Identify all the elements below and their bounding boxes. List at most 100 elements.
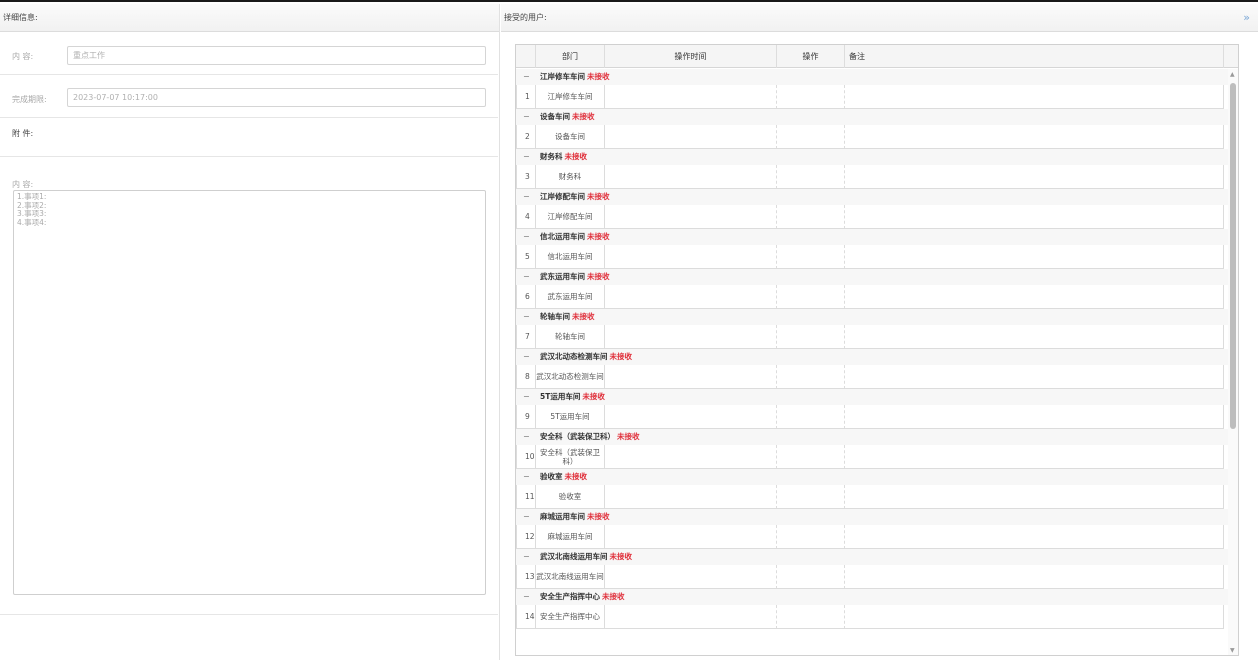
table-row[interactable]: 14 安全生产指挥中心: [516, 605, 1228, 629]
table-row[interactable]: 1 江岸修车车间: [516, 85, 1228, 109]
collapse-icon[interactable]: −: [523, 469, 530, 485]
group-row[interactable]: − 武东运用车间 未接收: [516, 269, 1228, 285]
group-row[interactable]: − 安全科（武装保卫科） 未接收: [516, 429, 1228, 445]
group-dept-name: 江岸修车车间: [540, 72, 585, 81]
status-badge: 未接收: [582, 392, 605, 401]
group-dept-name: 武汉北南线运用车间: [540, 552, 608, 561]
table-row[interactable]: 10 安全科（武装保卫科）: [516, 445, 1228, 469]
remark-cell: [845, 485, 1224, 509]
collapse-icon[interactable]: −: [523, 69, 530, 85]
collapse-icon[interactable]: −: [523, 509, 530, 525]
scroll-up-icon[interactable]: ▲: [1230, 71, 1235, 78]
content-field-input[interactable]: 重点工作: [67, 46, 486, 65]
table-row[interactable]: 7 轮轴车间: [516, 325, 1228, 349]
remark-cell: [845, 165, 1224, 189]
dept-cell: 安全生产指挥中心: [536, 605, 605, 629]
group-row[interactable]: − 武汉北动态检测车间 未接收: [516, 349, 1228, 365]
op-cell: [777, 165, 845, 189]
group-dept-name: 5T运用车间: [540, 392, 581, 401]
dept-cell: 验收室: [536, 485, 605, 509]
op-time-cell: [605, 405, 777, 429]
detail-panel-header: 详细信息:: [0, 4, 499, 32]
group-dept-name: 安全生产指挥中心: [540, 592, 600, 601]
group-row[interactable]: − 江岸修车车间 未接收: [516, 69, 1228, 85]
group-row[interactable]: − 轮轴车间 未接收: [516, 309, 1228, 325]
table-row[interactable]: 13 武汉北南线运用车间: [516, 565, 1228, 589]
table-row[interactable]: 11 验收室: [516, 485, 1228, 509]
group-row[interactable]: − 5T运用车间 未接收: [516, 389, 1228, 405]
collapse-icon[interactable]: −: [523, 389, 530, 405]
remark-cell: [845, 285, 1224, 309]
scroll-down-icon[interactable]: ▼: [1230, 647, 1235, 654]
op-time-cell: [605, 85, 777, 109]
content-textarea[interactable]: 1.事项1: 2.事项2: 3.事项3: 4.事项4:: [13, 190, 486, 595]
group-row[interactable]: − 设备车间 未接收: [516, 109, 1228, 125]
table-row[interactable]: 2 设备车间: [516, 125, 1228, 149]
table-row[interactable]: 5 信北运用车间: [516, 245, 1228, 269]
collapse-icon[interactable]: −: [523, 429, 530, 445]
collapse-icon[interactable]: −: [523, 149, 530, 165]
op-cell: [777, 205, 845, 229]
table-row[interactable]: 4 江岸修配车间: [516, 205, 1228, 229]
table-row[interactable]: 12 麻城运用车间: [516, 525, 1228, 549]
status-badge: 未接收: [602, 592, 625, 601]
status-badge: 未接收: [587, 232, 610, 241]
group-name: 信北运用车间 未接收: [540, 229, 610, 245]
group-row[interactable]: − 江岸修配车间 未接收: [516, 189, 1228, 205]
collapse-icon[interactable]: −: [523, 229, 530, 245]
row-number: 1: [516, 85, 536, 109]
collapse-icon[interactable]: −: [523, 549, 530, 565]
group-dept-name: 信北运用车间: [540, 232, 585, 241]
header-op-time[interactable]: 操作时间: [605, 45, 777, 68]
row-number: 10: [516, 445, 536, 469]
group-row[interactable]: − 安全生产指挥中心 未接收: [516, 589, 1228, 605]
vertical-scrollbar[interactable]: ▲ ▼: [1228, 69, 1238, 655]
group-row[interactable]: − 验收室 未接收: [516, 469, 1228, 485]
collapse-icon[interactable]: −: [523, 589, 530, 605]
group-dept-name: 武汉北动态检测车间: [540, 352, 608, 361]
collapse-icon[interactable]: −: [523, 349, 530, 365]
collapse-icon[interactable]: −: [523, 309, 530, 325]
row-number: 3: [516, 165, 536, 189]
group-row[interactable]: − 武汉北南线运用车间 未接收: [516, 549, 1228, 565]
dept-cell: 武东运用车间: [536, 285, 605, 309]
group-row[interactable]: − 信北运用车间 未接收: [516, 229, 1228, 245]
group-row[interactable]: − 财务科 未接收: [516, 149, 1228, 165]
status-badge: 未接收: [587, 192, 610, 201]
op-cell: [777, 245, 845, 269]
collapse-icon[interactable]: −: [523, 269, 530, 285]
deadline-field-input[interactable]: 2023-07-07 10:17:00: [67, 88, 486, 107]
receivers-panel-title: 接受的用户:: [504, 13, 547, 22]
op-time-cell: [605, 125, 777, 149]
group-name: 武汉北动态检测车间 未接收: [540, 349, 632, 365]
dept-cell: 轮轴车间: [536, 325, 605, 349]
collapse-icon[interactable]: −: [523, 189, 530, 205]
op-cell: [777, 565, 845, 589]
table-row[interactable]: 8 武汉北动态检测车间: [516, 365, 1228, 389]
op-cell: [777, 285, 845, 309]
group-name: 麻城运用车间 未接收: [540, 509, 610, 525]
row-number: 7: [516, 325, 536, 349]
dept-cell: 设备车间: [536, 125, 605, 149]
header-dept[interactable]: 部门: [536, 45, 605, 68]
double-chevron-right-icon[interactable]: »: [1243, 4, 1250, 32]
remark-cell: [845, 445, 1224, 469]
group-row[interactable]: − 麻城运用车间 未接收: [516, 509, 1228, 525]
remark-cell: [845, 565, 1224, 589]
status-badge: 未接收: [587, 72, 610, 81]
remark-cell: [845, 85, 1224, 109]
group-name: 安全科（武装保卫科） 未接收: [540, 429, 640, 445]
table-row[interactable]: 9 5T运用车间: [516, 405, 1228, 429]
group-dept-name: 设备车间: [540, 112, 570, 121]
group-dept-name: 安全科（武装保卫科）: [540, 432, 615, 441]
table-row[interactable]: 6 武东运用车间: [516, 285, 1228, 309]
group-dept-name: 江岸修配车间: [540, 192, 585, 201]
header-op[interactable]: 操作: [777, 45, 845, 68]
scroll-thumb[interactable]: [1230, 83, 1236, 429]
op-time-cell: [605, 525, 777, 549]
collapse-icon[interactable]: −: [523, 109, 530, 125]
receivers-panel: 接受的用户: » 部门 操作时间 操作 备注 − 江岸修车车间 未接收 1 江岸修车车间…: [501, 4, 1258, 660]
group-dept-name: 财务科: [540, 152, 563, 161]
table-row[interactable]: 3 财务科: [516, 165, 1228, 189]
header-remark[interactable]: 备注: [845, 45, 1224, 68]
